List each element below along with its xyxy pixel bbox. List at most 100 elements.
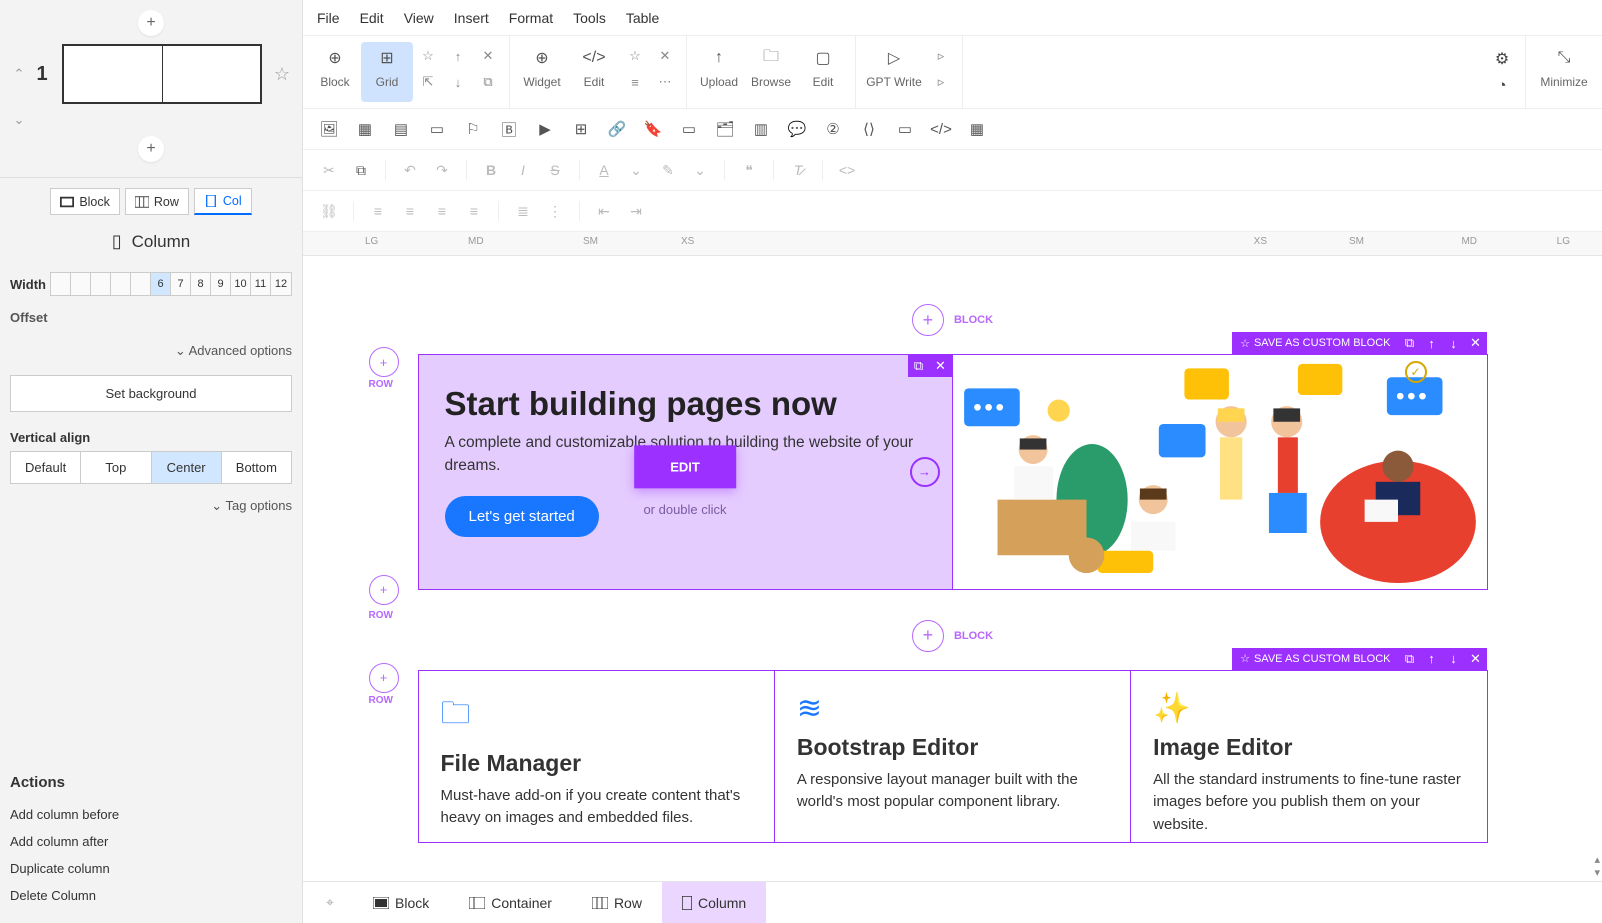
- scroll-arrows-icon[interactable]: ▴▾: [1594, 853, 1600, 879]
- add-row-button-2[interactable]: +: [369, 663, 399, 693]
- width-cell-10[interactable]: 11: [251, 273, 271, 295]
- add-slide-bottom-button[interactable]: +: [138, 136, 164, 162]
- bookmark-icon[interactable]: 🔖: [641, 117, 665, 141]
- add-row-button-bottom[interactable]: +: [369, 575, 399, 605]
- move-up-block-icon-2[interactable]: ↑: [1421, 648, 1443, 670]
- add-slide-top-button[interactable]: +: [138, 10, 164, 36]
- width-cell-6[interactable]: 7: [171, 273, 191, 295]
- badge-icon[interactable]: ▭: [677, 117, 701, 141]
- code-inline-icon[interactable]: <>: [835, 158, 859, 182]
- star-icon[interactable]: ☆: [270, 64, 294, 85]
- copy-tool-icon[interactable]: ⧉: [477, 71, 499, 93]
- save-custom-block-button[interactable]: ☆ SAVE AS CUSTOM BLOCK: [1232, 332, 1398, 354]
- duplicate-column-icon[interactable]: ⧉: [908, 355, 930, 377]
- minimize-button[interactable]: ⤡ Minimize: [1532, 42, 1596, 102]
- width-cell-0[interactable]: [51, 273, 71, 295]
- tag-options-toggle[interactable]: Tag options: [0, 484, 302, 528]
- duplicate-block-icon[interactable]: ⧉: [1399, 332, 1421, 354]
- table-icon[interactable]: ⊞: [569, 117, 593, 141]
- browser-icon[interactable]: ▭: [893, 117, 917, 141]
- help-icon[interactable]: ◔: [1491, 74, 1513, 96]
- menu-table[interactable]: Table: [626, 10, 659, 26]
- width-cell-7[interactable]: 8: [191, 273, 211, 295]
- move-down-block-icon-2[interactable]: ↓: [1443, 648, 1465, 670]
- hero-left-column[interactable]: ⧉ ✕ Start building pages now A complete …: [419, 355, 953, 589]
- widget-edit-tool[interactable]: </> Edit: [568, 42, 620, 102]
- unlink-icon[interactable]: ⛓: [317, 199, 341, 223]
- export-tool-icon[interactable]: ⇱: [417, 71, 439, 93]
- image-edit-tool[interactable]: ▢ Edit: [797, 42, 849, 102]
- hero-block[interactable]: ☆ SAVE AS CUSTOM BLOCK ⧉ ↑ ↓ ✕ + ROW ⧉ ✕…: [418, 354, 1488, 590]
- features-block[interactable]: ☆ SAVE AS CUSTOM BLOCK ⧉ ↑ ↓ ✕ + ROW 🗀Fi…: [418, 670, 1488, 844]
- more-widget-icon[interactable]: ⋯: [654, 71, 676, 93]
- bold-icon[interactable]: B: [479, 158, 503, 182]
- highlight-dropdown-icon[interactable]: ⌄: [688, 158, 712, 182]
- menu-tools[interactable]: Tools: [573, 10, 606, 26]
- slide-prev-arrows[interactable]: ⌃: [8, 66, 30, 82]
- bold-box-icon[interactable]: 🄱: [497, 117, 521, 141]
- list-unordered-icon[interactable]: ⋮: [543, 199, 567, 223]
- vertical-align-top[interactable]: Top: [81, 452, 151, 483]
- width-cell-4[interactable]: [131, 273, 151, 295]
- link-icon[interactable]: 🔗: [605, 117, 629, 141]
- align-widget-icon[interactable]: ≡: [624, 71, 646, 93]
- arrow-up-icon[interactable]: ↑: [447, 45, 469, 67]
- delete-block-icon-2[interactable]: ✕: [1465, 648, 1487, 670]
- slide-thumbnail[interactable]: [62, 44, 262, 104]
- clear-format-icon[interactable]: T̷: [786, 158, 810, 182]
- menu-format[interactable]: Format: [509, 10, 553, 26]
- arrow-down-icon[interactable]: ↓: [447, 71, 469, 93]
- align-left-icon[interactable]: ≡: [366, 199, 390, 223]
- add-block-top-button[interactable]: +: [912, 304, 944, 336]
- upload-tool[interactable]: ↑ Upload: [693, 42, 745, 102]
- align-justify-icon[interactable]: ≡: [462, 199, 486, 223]
- image-icon[interactable]: 🖼: [317, 117, 341, 141]
- feature-column-2[interactable]: ✨Image EditorAll the standard instrument…: [1131, 671, 1486, 843]
- browse-tool[interactable]: 🗀 Browse: [745, 42, 797, 102]
- close-tool-icon[interactable]: ✕: [477, 45, 499, 67]
- vertical-align-bottom[interactable]: Bottom: [222, 452, 291, 483]
- gpt-alt1-icon[interactable]: ▹: [930, 45, 952, 67]
- breadcrumb-row[interactable]: Row: [572, 882, 662, 923]
- cut-icon[interactable]: ✂: [317, 158, 341, 182]
- width-cell-11[interactable]: 12: [271, 273, 291, 295]
- delete-column-icon[interactable]: ✕: [930, 355, 952, 377]
- feature-column-0[interactable]: 🗀File ManagerMust-have add-on if you cre…: [419, 671, 775, 843]
- next-column-arrow-icon[interactable]: →: [910, 457, 940, 487]
- width-cell-1[interactable]: [71, 273, 91, 295]
- delete-block-icon[interactable]: ✕: [1465, 332, 1487, 354]
- width-cell-5[interactable]: 6: [151, 273, 171, 295]
- gallery-icon[interactable]: ▦: [353, 117, 377, 141]
- highlight-icon[interactable]: ✎: [656, 158, 680, 182]
- text-color-dropdown-icon[interactable]: ⌄: [624, 158, 648, 182]
- align-right-icon[interactable]: ≡: [430, 199, 454, 223]
- star-tool-icon[interactable]: ☆: [417, 45, 439, 67]
- copy-icon[interactable]: ⧉: [349, 158, 373, 182]
- card-icon[interactable]: 🗂: [713, 117, 737, 141]
- width-cell-8[interactable]: 9: [211, 273, 231, 295]
- quote-icon[interactable]: ❝: [737, 158, 761, 182]
- slide-next-arrows[interactable]: ⌄: [8, 112, 30, 128]
- set-background-button[interactable]: Set background: [10, 375, 292, 412]
- panel-icon[interactable]: ▥: [749, 117, 773, 141]
- width-cell-3[interactable]: [111, 273, 131, 295]
- redo-icon[interactable]: ↷: [430, 158, 454, 182]
- hero-cta-button[interactable]: Let's get started: [445, 496, 599, 537]
- breadcrumb-column[interactable]: Column: [662, 882, 766, 923]
- action-1[interactable]: Add column after: [10, 828, 292, 855]
- width-selector[interactable]: 6789101112: [50, 272, 292, 296]
- video-icon[interactable]: ▶: [533, 117, 557, 141]
- move-up-block-icon[interactable]: ↑: [1421, 332, 1443, 354]
- action-2[interactable]: Duplicate column: [10, 855, 292, 882]
- gear-icon[interactable]: ⚙: [1491, 48, 1513, 70]
- add-row-button-top[interactable]: +: [369, 347, 399, 377]
- menu-edit[interactable]: Edit: [360, 10, 384, 26]
- move-down-block-icon[interactable]: ↓: [1443, 332, 1465, 354]
- grid-tool[interactable]: ⊞ Grid: [361, 42, 413, 102]
- flag-icon[interactable]: ⚐: [461, 117, 485, 141]
- edit-column-button[interactable]: EDIT: [634, 445, 736, 488]
- indent-icon[interactable]: ⇥: [624, 199, 648, 223]
- action-0[interactable]: Add column before: [10, 801, 292, 828]
- feature-column-1[interactable]: ≋Bootstrap EditorA responsive layout man…: [775, 671, 1131, 843]
- menu-file[interactable]: File: [317, 10, 340, 26]
